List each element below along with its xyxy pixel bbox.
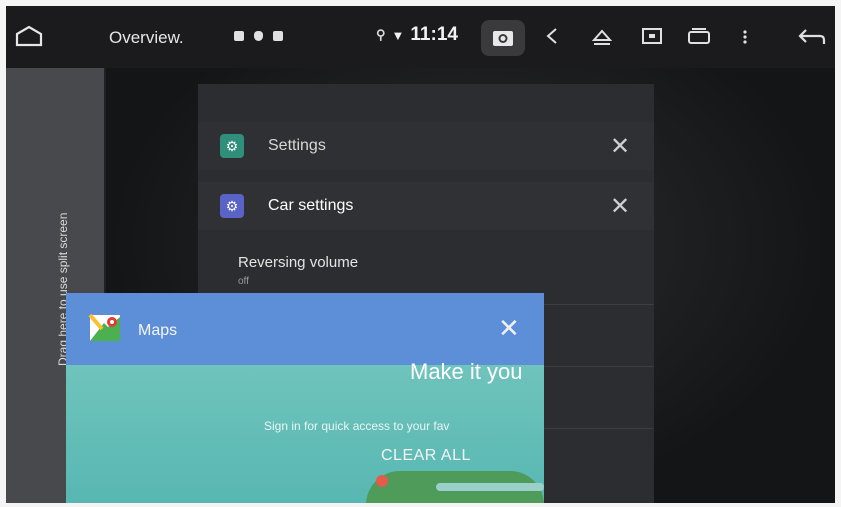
pin-illustration — [376, 475, 388, 487]
maps-icon — [88, 313, 120, 341]
task-label: Car settings — [268, 197, 354, 214]
notification-icon — [234, 31, 244, 41]
road-illustration — [436, 483, 544, 491]
screen-icon[interactable] — [640, 26, 664, 48]
status-nav-bar: Overview. ⚲ ▼ 11:14 — [6, 6, 835, 68]
status-cluster: ⚲ ▼ 11:14 — [376, 24, 458, 46]
back-icon[interactable] — [796, 26, 828, 48]
more-icon[interactable] — [740, 26, 750, 48]
preference-value: off — [238, 276, 249, 287]
close-icon[interactable]: ✕ — [498, 313, 520, 344]
screen: Overview. ⚲ ▼ 11:14 Drag here to use spl… — [6, 6, 835, 503]
sd-card-icon — [273, 31, 283, 41]
wifi-icon: ▼ — [391, 27, 405, 43]
recent-task-maps[interactable]: Maps ✕ — [66, 293, 544, 365]
shield-icon — [254, 31, 263, 41]
volume-icon[interactable] — [542, 26, 562, 48]
maps-recent-card[interactable]: Maps ✕ Make it you Sign in for quick acc… — [66, 293, 544, 503]
gear-icon: ⚙ — [220, 134, 244, 158]
window-icon[interactable] — [686, 26, 712, 48]
camera-icon — [493, 31, 513, 46]
clock: 11:14 — [410, 24, 458, 45]
task-label: Settings — [268, 137, 326, 154]
task-label: Maps — [138, 322, 178, 339]
close-icon[interactable]: ✕ — [610, 132, 630, 161]
overview-title: Overview. — [109, 28, 184, 47]
close-icon[interactable]: ✕ — [610, 192, 630, 221]
clear-all-button[interactable]: CLEAR ALL — [381, 447, 471, 465]
home-icon[interactable] — [14, 24, 44, 48]
recent-task-settings[interactable]: ⚙ Settings ✕ — [198, 122, 654, 170]
preference-title: Reversing volume — [238, 254, 359, 271]
recent-task-car-settings[interactable]: ⚙ Car settings ✕ — [198, 182, 654, 230]
eject-icon[interactable] — [590, 26, 614, 48]
maps-headline: Make it you — [410, 359, 523, 384]
gear-icon: ⚙ — [220, 194, 244, 218]
maps-preview: Make it you Sign in for quick access to … — [66, 359, 544, 503]
notification-icons — [234, 31, 283, 41]
location-icon: ⚲ — [376, 27, 386, 42]
maps-subtext: Sign in for quick access to your fav — [264, 419, 450, 433]
camera-button[interactable] — [481, 20, 525, 56]
